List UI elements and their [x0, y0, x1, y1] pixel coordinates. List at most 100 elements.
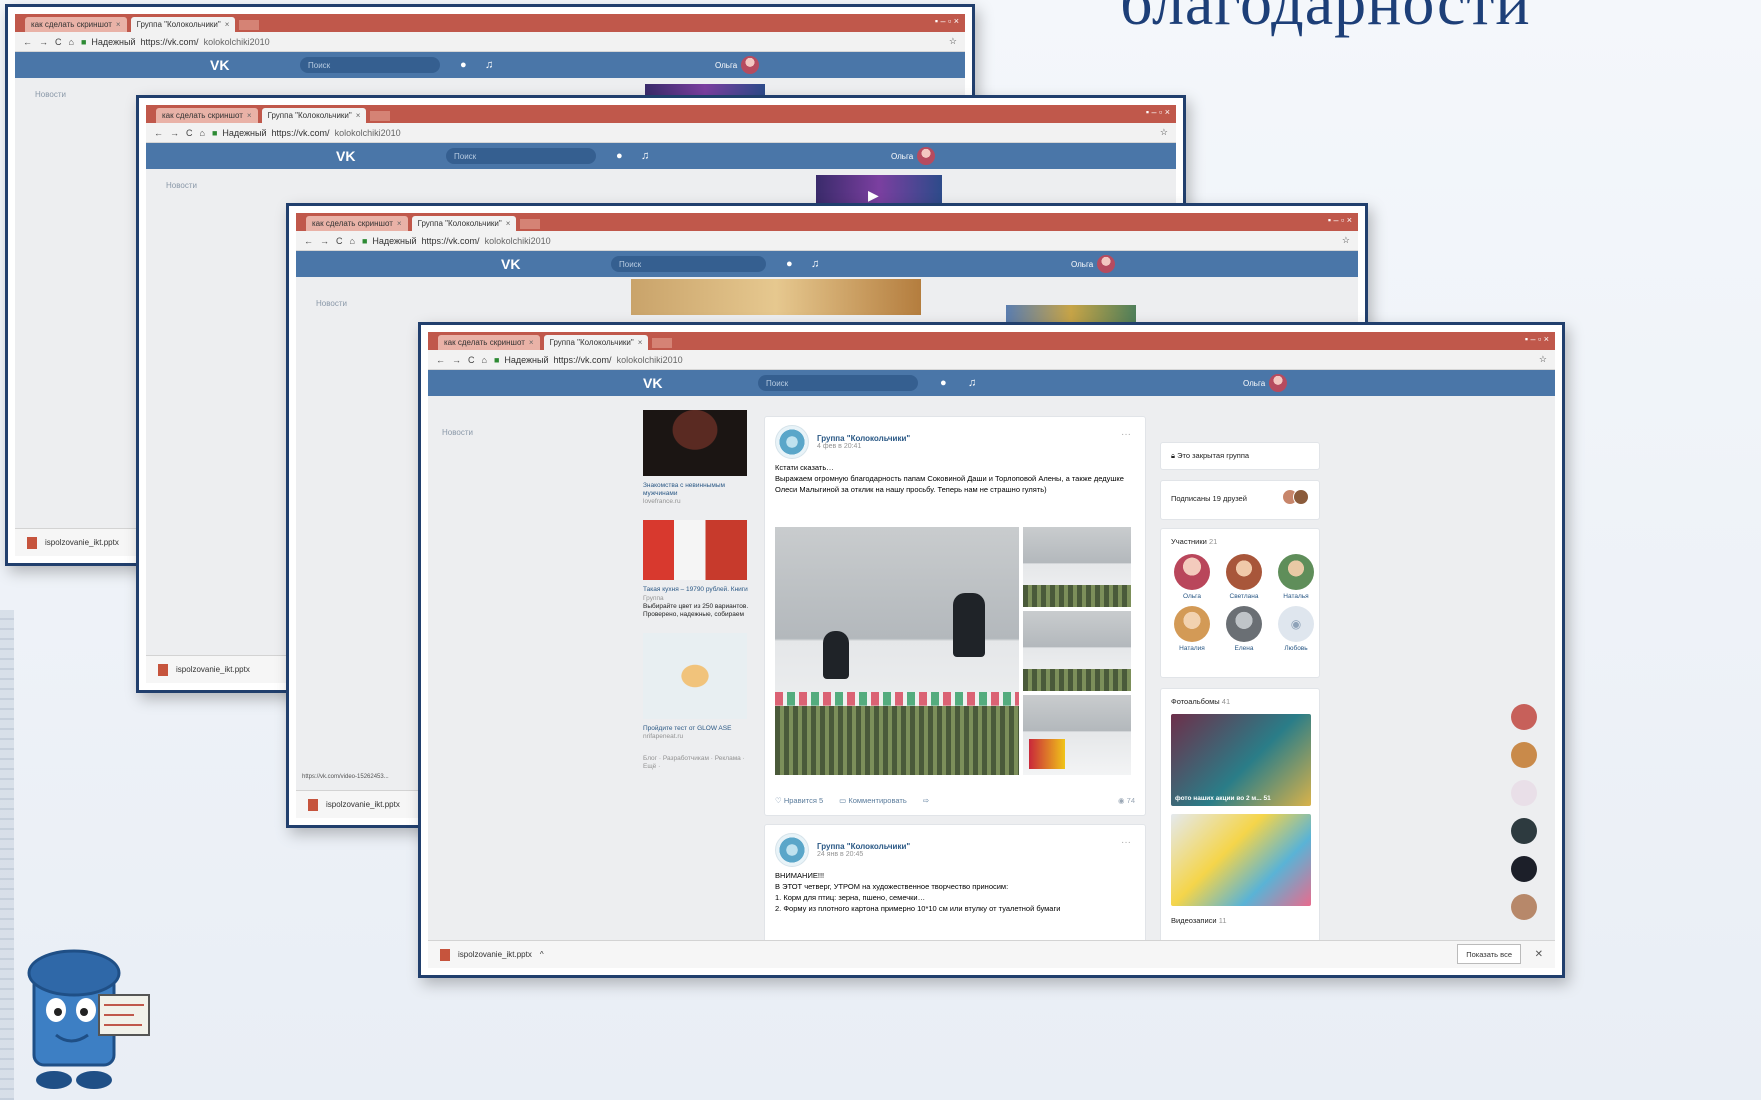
- reload-icon[interactable]: C: [468, 355, 475, 365]
- play-icon[interactable]: ▶: [868, 187, 879, 204]
- post-image[interactable]: [631, 279, 921, 315]
- address-bar[interactable]: ← → C ⌂ ■ Надежный https://vk.com/kolokolchik…: [146, 123, 1176, 143]
- bell-icon[interactable]: ●: [786, 258, 793, 270]
- bookmark-star-icon[interactable]: ☆: [1342, 235, 1350, 246]
- avatar[interactable]: [1511, 894, 1537, 920]
- vk-logo[interactable]: VK: [501, 256, 520, 272]
- group-name[interactable]: Группа "Колокольчики": [817, 434, 910, 443]
- home-icon[interactable]: ⌂: [350, 236, 355, 246]
- window-controls[interactable]: ▪ – ▫ ×: [1146, 107, 1170, 117]
- user-menu[interactable]: Ольга: [891, 147, 936, 165]
- sidebar-item-news[interactable]: Новости: [442, 428, 473, 437]
- post-photo-thumb[interactable]: [1023, 527, 1131, 607]
- ad-image[interactable]: [643, 410, 747, 476]
- back-icon[interactable]: ←: [23, 37, 32, 47]
- close-icon[interactable]: ✕: [1535, 949, 1543, 960]
- close-icon[interactable]: ×: [638, 338, 643, 347]
- member-item[interactable]: Светлана: [1223, 554, 1265, 600]
- friends-widget[interactable]: Подписаны 19 друзей: [1160, 480, 1320, 520]
- url-field[interactable]: ■ Надежный https://vk.com/kolokolchiki2010: [212, 128, 1153, 138]
- new-tab-button[interactable]: [520, 219, 541, 229]
- tab-group[interactable]: Группа "Колокольчики" ×: [543, 335, 649, 350]
- more-icon[interactable]: ···: [1121, 429, 1131, 440]
- reload-icon[interactable]: C: [186, 128, 193, 138]
- search-input[interactable]: Поиск: [611, 256, 766, 272]
- ad-title[interactable]: Знакомства с невиннымым мужчинами: [643, 482, 753, 498]
- new-tab-button[interactable]: [652, 338, 673, 348]
- user-menu[interactable]: Ольга: [715, 56, 760, 74]
- home-icon[interactable]: ⌂: [200, 128, 205, 138]
- albums-title[interactable]: Фотоальбомы 41: [1161, 689, 1319, 714]
- ad-item[interactable]: Такая кухня – 19790 рублей. Книги Группа…: [643, 520, 753, 619]
- download-item[interactable]: ispolzovanie_ikt.pptx: [458, 950, 532, 959]
- bookmark-star-icon[interactable]: ☆: [949, 36, 957, 47]
- music-icon[interactable]: ♫: [485, 59, 493, 71]
- address-bar[interactable]: ← → C ⌂ ■ Надежный https://vk.com/kolokolchik…: [296, 231, 1358, 251]
- music-icon[interactable]: ♫: [641, 150, 649, 162]
- share-icon[interactable]: ⇨: [923, 796, 929, 805]
- avatar[interactable]: [1511, 742, 1537, 768]
- ad-image[interactable]: [643, 520, 747, 581]
- avatar[interactable]: [1511, 780, 1537, 806]
- vk-logo[interactable]: VK: [210, 57, 229, 73]
- sidebar-item-news[interactable]: Новости: [166, 181, 197, 190]
- reload-icon[interactable]: C: [55, 37, 62, 47]
- sidebar-item-news[interactable]: Новости: [35, 90, 66, 99]
- sidebar-item-news[interactable]: Новости: [316, 299, 347, 308]
- download-item[interactable]: ispolzovanie_ikt.pptx: [176, 665, 250, 674]
- chevron-up-icon[interactable]: ^: [540, 950, 544, 959]
- videos-title[interactable]: Видеозаписи 11: [1161, 914, 1319, 933]
- url-field[interactable]: ■ Надежный https://vk.com/kolokolchiki2010: [494, 355, 1532, 365]
- show-all-button[interactable]: Показать все: [1457, 944, 1521, 964]
- tab-screenshot-help[interactable]: как сделать скриншот ×: [156, 108, 258, 123]
- group-avatar[interactable]: [775, 833, 809, 867]
- back-icon[interactable]: ←: [154, 128, 163, 138]
- download-item[interactable]: ispolzovanie_ikt.pptx: [45, 538, 119, 547]
- member-item[interactable]: Наталия: [1171, 606, 1213, 652]
- close-icon[interactable]: ×: [397, 219, 402, 228]
- bell-icon[interactable]: ●: [616, 150, 623, 162]
- album-item[interactable]: [1171, 814, 1311, 906]
- address-bar[interactable]: ← → C ⌂ ■ Надежный https://vk.com/kolokolchik…: [428, 350, 1555, 370]
- tab-screenshot-help[interactable]: как сделать скриншот ×: [438, 335, 540, 350]
- back-icon[interactable]: ←: [304, 236, 313, 246]
- group-name[interactable]: Группа "Колокольчики": [817, 842, 910, 851]
- tab-screenshot-help[interactable]: как сделать скриншот ×: [25, 17, 127, 32]
- bell-icon[interactable]: ●: [460, 59, 467, 71]
- forward-icon[interactable]: →: [320, 236, 329, 246]
- tab-screenshot-help[interactable]: как сделать скриншот ×: [306, 216, 408, 231]
- back-icon[interactable]: ←: [436, 355, 445, 365]
- forward-icon[interactable]: →: [39, 37, 48, 47]
- like-button[interactable]: ♡ Нравится 5: [775, 796, 823, 805]
- search-input[interactable]: Поиск: [300, 57, 440, 73]
- tab-group[interactable]: Группа "Колокольчики" ×: [130, 17, 236, 32]
- more-icon[interactable]: ···: [1121, 837, 1131, 848]
- forward-icon[interactable]: →: [452, 355, 461, 365]
- close-icon[interactable]: ×: [225, 20, 230, 29]
- download-item[interactable]: ispolzovanie_ikt.pptx: [326, 800, 400, 809]
- window-controls[interactable]: ▪ – ▫ ×: [935, 16, 959, 26]
- members-title[interactable]: Участники 21: [1161, 529, 1319, 554]
- member-item[interactable]: Наталья: [1275, 554, 1317, 600]
- forward-icon[interactable]: →: [170, 128, 179, 138]
- post-photo-main[interactable]: [775, 527, 1019, 775]
- post-date[interactable]: 4 фев в 20:41: [817, 443, 910, 450]
- home-icon[interactable]: ⌂: [69, 37, 74, 47]
- search-input[interactable]: Поиск: [446, 148, 596, 164]
- avatar[interactable]: [1511, 856, 1537, 882]
- album-item[interactable]: фото наших акции во 2 м... 51: [1171, 714, 1311, 806]
- ad-title[interactable]: Пройдите тест от GLOW ASE: [643, 725, 753, 733]
- user-menu[interactable]: Ольга: [1243, 374, 1288, 392]
- post-photo-thumb[interactable]: [1023, 611, 1131, 691]
- ad-image[interactable]: [643, 632, 747, 719]
- close-icon[interactable]: ×: [116, 20, 121, 29]
- close-icon[interactable]: ×: [506, 219, 511, 228]
- url-field[interactable]: ■ Надежный https://vk.com/kolokolchiki2010: [81, 37, 942, 47]
- member-item[interactable]: ◉ Любовь: [1275, 606, 1317, 652]
- home-icon[interactable]: ⌂: [482, 355, 487, 365]
- member-item[interactable]: Елена: [1223, 606, 1265, 652]
- footer-links[interactable]: Блог · Разработчикам · Реклама · Ещё ·: [643, 755, 753, 771]
- avatar[interactable]: [1511, 704, 1537, 730]
- tab-group[interactable]: Группа "Колокольчики" ×: [261, 108, 367, 123]
- music-icon[interactable]: ♫: [968, 377, 976, 389]
